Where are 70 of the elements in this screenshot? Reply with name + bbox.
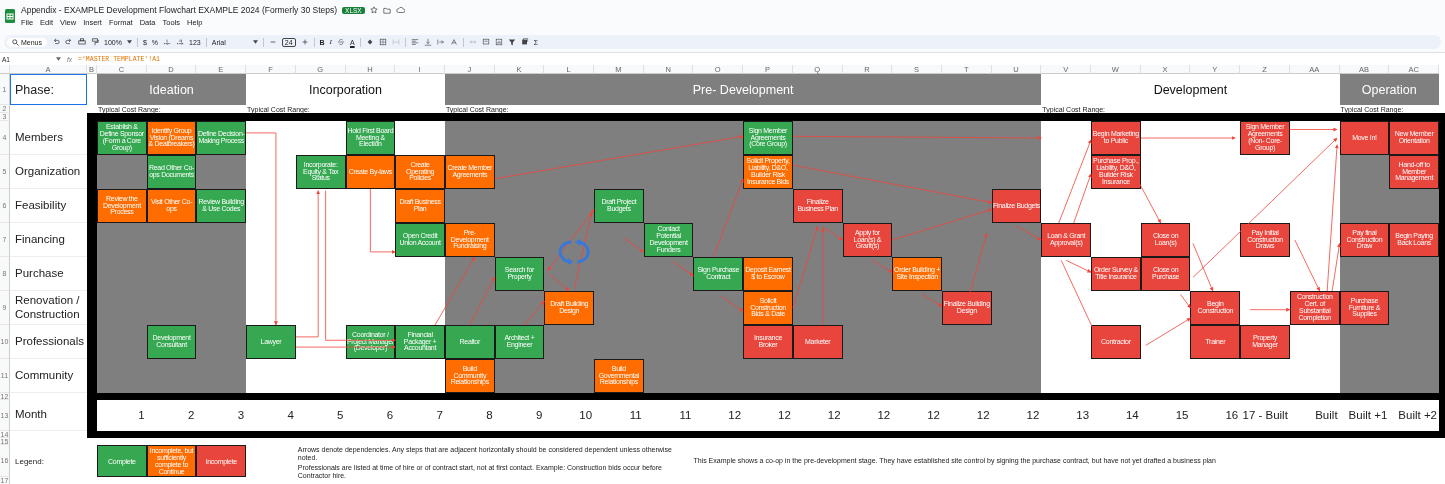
text-wrap-icon[interactable] xyxy=(436,38,445,46)
month-value: 12 xyxy=(826,408,842,424)
phase-header: Operation xyxy=(1339,74,1439,105)
month-value: 9 xyxy=(534,408,544,424)
redo-icon[interactable] xyxy=(65,38,73,46)
month-value: 12 xyxy=(876,408,892,424)
row-label: Organization xyxy=(10,155,87,189)
month-value: 14 xyxy=(1124,408,1140,424)
month-value: 16 xyxy=(1224,408,1240,424)
phase-header: Pre- Development xyxy=(444,74,1042,105)
row-label: Financing xyxy=(10,223,87,257)
vertical-align-icon[interactable] xyxy=(423,38,432,46)
strikethrough-icon[interactable] xyxy=(336,38,345,46)
row-label: Community xyxy=(10,359,87,393)
filter-views-icon[interactable] xyxy=(520,38,529,46)
month-value: 11 xyxy=(628,408,643,424)
month-value: 12 xyxy=(1025,408,1041,424)
text-rotate-icon[interactable] xyxy=(449,38,458,46)
row-label: Feasibility xyxy=(10,189,87,223)
plus-icon[interactable] xyxy=(300,38,309,46)
legend-label: Legend: xyxy=(14,455,45,468)
caret-icon[interactable] xyxy=(126,40,132,44)
undo-icon[interactable] xyxy=(52,38,60,46)
month-value: 7 xyxy=(435,408,444,424)
phase-label: Phase: xyxy=(10,74,87,105)
star-icon[interactable] xyxy=(369,6,378,14)
month-value: 13 xyxy=(1075,408,1091,424)
move-folder-icon[interactable] xyxy=(382,6,391,14)
month-value: 17 - Built xyxy=(1241,408,1289,424)
month-value: 12 xyxy=(727,408,743,424)
month-value: 12 xyxy=(926,408,941,424)
decrease-decimal-icon[interactable] xyxy=(163,38,172,46)
month-value: 10 xyxy=(578,408,594,424)
caret-icon[interactable] xyxy=(56,57,61,61)
borders-icon[interactable] xyxy=(378,38,387,46)
fill-color-icon[interactable] xyxy=(365,38,374,46)
month-value: 12 xyxy=(777,408,792,424)
month-value: 5 xyxy=(336,408,345,424)
month-value: 6 xyxy=(385,408,395,424)
row-label: Professionals xyxy=(10,325,87,359)
month-value: 2 xyxy=(187,408,196,424)
month-value: 12 xyxy=(975,408,991,424)
print-icon[interactable] xyxy=(78,38,86,46)
phase-header: Ideation xyxy=(97,74,247,105)
month-value: 3 xyxy=(236,408,246,424)
month-value: 1 xyxy=(137,408,146,424)
cloud-icon[interactable] xyxy=(395,6,405,14)
merge-cells-icon[interactable] xyxy=(391,38,400,46)
month-value: 11 xyxy=(678,408,693,424)
align-icon[interactable] xyxy=(410,38,419,46)
row-label: Purchase xyxy=(10,257,87,291)
increase-decimal-icon[interactable] xyxy=(176,38,185,46)
cycle-arrows-icon xyxy=(558,238,590,265)
month-value: 4 xyxy=(286,408,295,424)
caret-icon[interactable] xyxy=(252,40,258,44)
month-value: Built xyxy=(1314,408,1339,424)
month-value: 15 xyxy=(1174,408,1190,424)
document-title[interactable]: Appendix - EXAMPLE Development Flowchart EXAMPLE 2024 (Formerly 30 Steps) xyxy=(21,5,338,15)
chart-icon[interactable] xyxy=(494,38,503,46)
month-label: Month xyxy=(10,400,87,431)
month-value: Built +1 xyxy=(1347,408,1389,424)
month-value: 8 xyxy=(485,408,494,424)
month-value: Built +2 xyxy=(1397,408,1438,424)
comment-icon[interactable] xyxy=(481,38,490,46)
search-icon xyxy=(12,38,19,46)
row-label: Renovation / Construction xyxy=(10,291,87,325)
paint-format-icon[interactable] xyxy=(91,38,99,46)
spreadsheet-logo-icon[interactable] xyxy=(5,9,15,23)
filter-icon[interactable] xyxy=(507,38,516,46)
row-label: Members xyxy=(10,121,87,155)
